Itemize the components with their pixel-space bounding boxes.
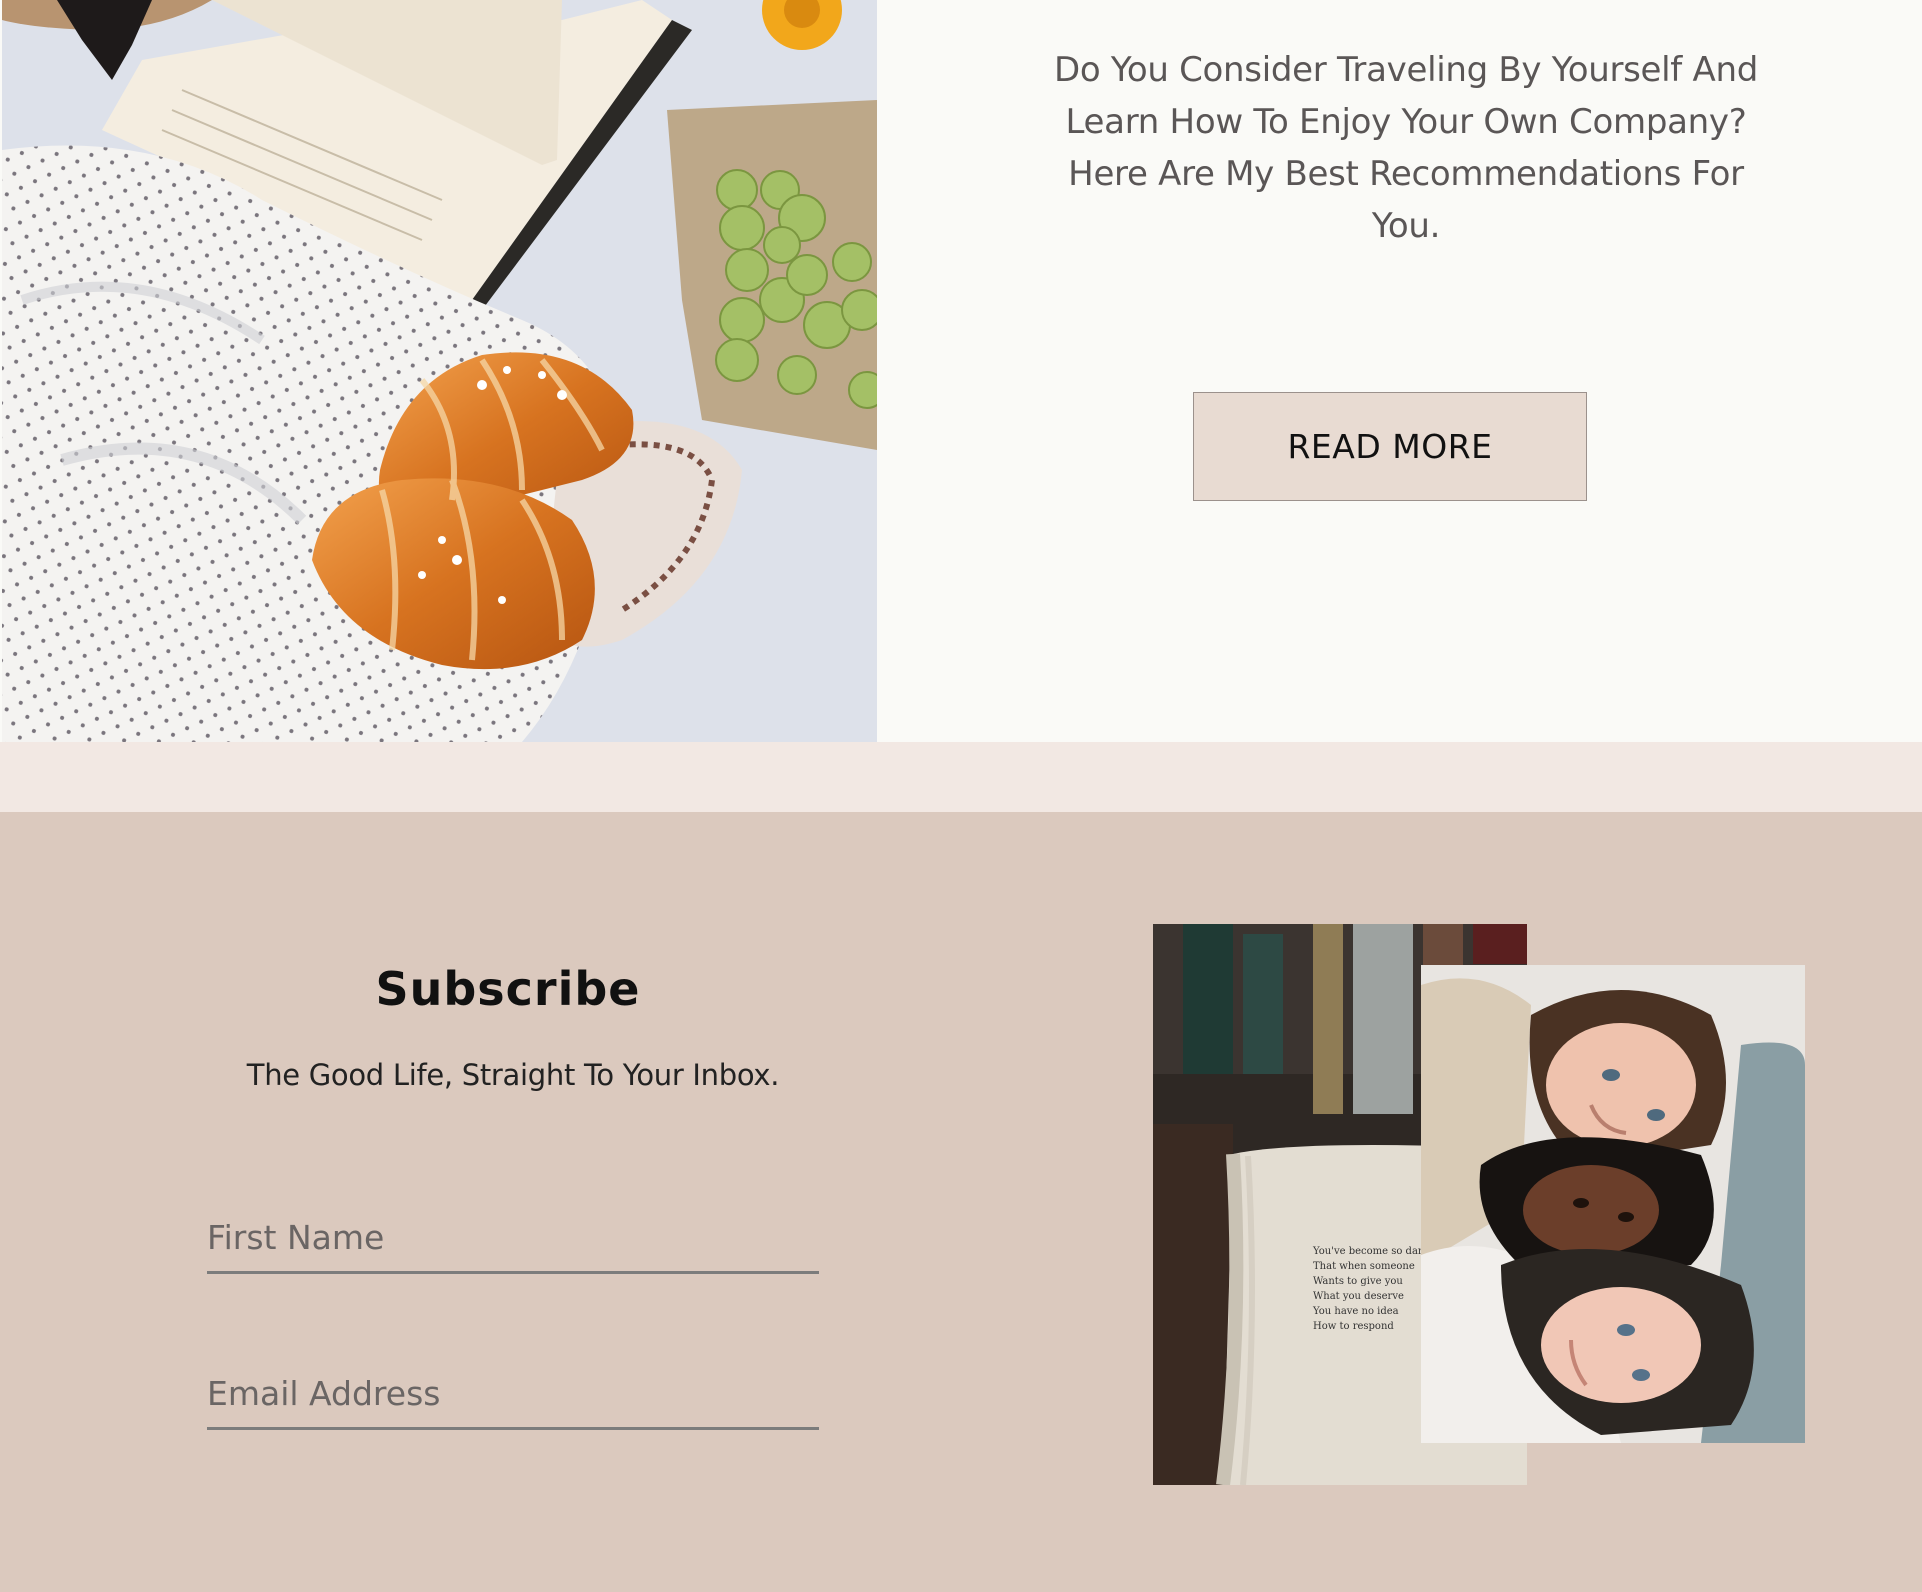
read-more-button[interactable]: READ MORE	[1193, 392, 1587, 501]
subscribe-title: Subscribe	[375, 962, 641, 1016]
subscribe-section: Subscribe The Good Life, Straight To You…	[0, 812, 1922, 1592]
email-field-wrapper	[207, 1340, 819, 1430]
friends-photo	[1421, 965, 1805, 1443]
picnic-illustration	[2, 0, 877, 742]
page: Do You Consider Traveling By Yourself An…	[0, 0, 1922, 1592]
email-input[interactable]	[207, 1340, 819, 1427]
subscribe-tagline: The Good Life, Straight To Your Inbox.	[246, 1058, 780, 1092]
book-line: What you deserve	[1313, 1291, 1404, 1302]
first-name-input[interactable]	[207, 1184, 819, 1271]
section-divider	[0, 742, 1922, 812]
book-line: How to respond	[1313, 1321, 1394, 1332]
picnic-photo	[2, 0, 877, 742]
book-line: That when someone	[1313, 1261, 1415, 1272]
feature-description: Do You Consider Traveling By Yourself An…	[1054, 50, 1758, 246]
book-line: You have no idea	[1312, 1306, 1399, 1317]
book-line: Wants to give you	[1313, 1276, 1403, 1287]
first-name-field-wrapper	[207, 1184, 819, 1274]
friends-illustration	[1421, 965, 1805, 1443]
blog-feature-section: Do You Consider Traveling By Yourself An…	[0, 0, 1922, 742]
